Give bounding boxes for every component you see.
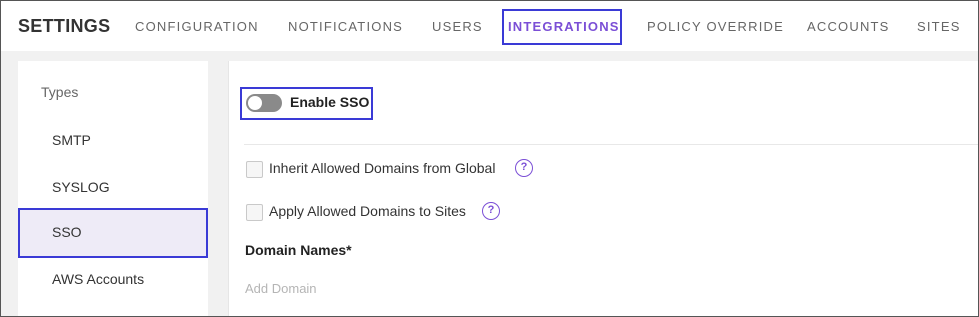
help-icon[interactable]: ? bbox=[515, 159, 533, 177]
sidebar-item-sso-highlight bbox=[18, 208, 208, 258]
sidebar-heading: Types bbox=[41, 84, 79, 100]
toggle-knob bbox=[248, 96, 262, 110]
settings-window: SETTINGS CONFIGURATION NOTIFICATIONS USE… bbox=[0, 0, 979, 317]
sidebar-item-aws-accounts[interactable]: AWS Accounts bbox=[52, 271, 144, 287]
tab-notifications[interactable]: NOTIFICATIONS bbox=[288, 19, 403, 34]
domain-names-title: Domain Names* bbox=[245, 242, 352, 258]
apply-domains-checkbox[interactable] bbox=[246, 204, 263, 221]
sidebar-item-smtp[interactable]: SMTP bbox=[52, 132, 91, 148]
apply-domains-label: Apply Allowed Domains to Sites bbox=[269, 203, 466, 219]
tab-integrations[interactable]: INTEGRATIONS bbox=[508, 19, 620, 34]
tab-configuration[interactable]: CONFIGURATION bbox=[135, 19, 259, 34]
sidebar-item-sso[interactable]: SSO bbox=[52, 224, 82, 240]
tab-policy-override[interactable]: POLICY OVERRIDE bbox=[647, 19, 784, 34]
tab-users[interactable]: USERS bbox=[432, 19, 483, 34]
enable-sso-label: Enable SSO bbox=[290, 94, 370, 110]
add-domain-input[interactable] bbox=[245, 281, 545, 296]
sidebar-item-syslog[interactable]: SYSLOG bbox=[52, 179, 110, 195]
help-icon[interactable]: ? bbox=[482, 202, 500, 220]
inherit-domains-label: Inherit Allowed Domains from Global bbox=[269, 160, 496, 176]
inherit-domains-checkbox[interactable] bbox=[246, 161, 263, 178]
tab-accounts[interactable]: ACCOUNTS bbox=[807, 19, 890, 34]
tab-sites[interactable]: SITES bbox=[917, 19, 961, 34]
divider bbox=[244, 144, 978, 145]
page-title: SETTINGS bbox=[18, 16, 111, 36]
enable-sso-toggle[interactable] bbox=[246, 94, 282, 112]
